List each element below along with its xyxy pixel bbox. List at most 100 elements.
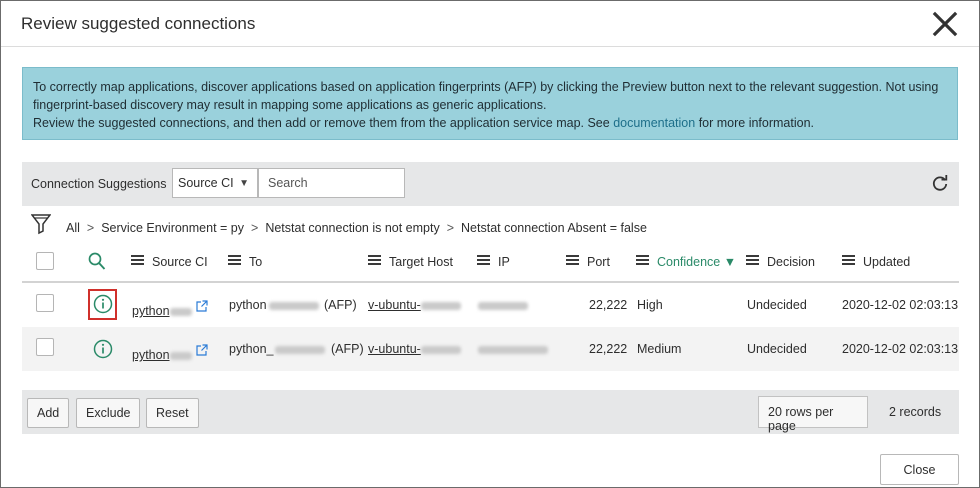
- breadcrumb-condition-3[interactable]: Netstat connection Absent = false: [461, 221, 647, 235]
- source-ci-cell: python: [132, 344, 208, 362]
- info-icon[interactable]: [93, 339, 113, 359]
- reset-button[interactable]: Reset: [146, 398, 199, 428]
- column-label: Decision: [767, 255, 815, 269]
- source-ci-link[interactable]: python: [132, 348, 170, 362]
- dialog: Review suggested connections To correctl…: [0, 0, 980, 488]
- target-host-cell: v-ubuntu-: [368, 298, 461, 312]
- column-label: Source CI: [152, 255, 208, 269]
- column-label: IP: [498, 255, 510, 269]
- select-value: Source CI: [178, 176, 234, 190]
- column-menu-icon[interactable]: [842, 253, 855, 267]
- search-icon[interactable]: [88, 252, 106, 272]
- redacted-text: [420, 345, 461, 354]
- exclude-button[interactable]: Exclude: [76, 398, 141, 428]
- column-menu-icon[interactable]: [636, 253, 649, 267]
- info-icon[interactable]: [93, 294, 113, 314]
- column-menu-icon[interactable]: [477, 253, 490, 267]
- table-row: python python_ (AFP) v-ubuntu- 22,222 Me…: [22, 327, 959, 371]
- column-decision[interactable]: Decision: [746, 253, 815, 269]
- target-host-name: v-ubuntu-: [368, 342, 421, 356]
- column-port[interactable]: Port: [566, 253, 610, 269]
- column-label: Updated: [863, 255, 911, 269]
- target-host-name: v-ubuntu-: [368, 298, 421, 312]
- external-link-icon[interactable]: [195, 344, 208, 356]
- ip-cell: [478, 342, 548, 356]
- redacted-text: [169, 307, 192, 316]
- column-confidence[interactable]: Confidence ▼: [636, 253, 736, 269]
- breadcrumb-parts: All > Service Environment = py > Netstat con…: [66, 221, 647, 235]
- port-cell: 22,222: [589, 342, 628, 356]
- to-name: python_: [229, 342, 274, 356]
- refresh-icon[interactable]: [931, 175, 949, 193]
- info-text-line2: Review the suggested connections, and th…: [33, 114, 947, 132]
- breadcrumb-condition-2[interactable]: Netstat connection is not empty: [265, 221, 439, 235]
- confidence-cell: Medium: [637, 342, 682, 356]
- column-menu-icon[interactable]: [368, 253, 381, 267]
- target-host-link[interactable]: v-ubuntu-: [368, 342, 461, 356]
- breadcrumb-condition-1[interactable]: Service Environment = py: [101, 221, 244, 235]
- table-header: Source CI To Target Host IP Port Confide…: [22, 245, 959, 283]
- updated-cell: 2020-12-02 02:03:13: [842, 342, 959, 356]
- sort-desc-icon: ▼: [723, 255, 737, 269]
- list-toolbar: Connection Suggestions Source CI ▼: [22, 162, 959, 206]
- redacted-text: [478, 301, 528, 310]
- target-host-link[interactable]: v-ubuntu-: [368, 298, 461, 312]
- column-menu-icon[interactable]: [131, 253, 144, 267]
- column-source-ci[interactable]: Source CI: [131, 253, 208, 269]
- column-ip[interactable]: IP: [477, 253, 510, 269]
- to-name: python: [229, 298, 267, 312]
- row-checkbox[interactable]: [36, 294, 54, 312]
- filter-icon[interactable]: [31, 213, 51, 235]
- dialog-header: Review suggested connections: [1, 1, 979, 47]
- to-afp: (AFP): [324, 298, 357, 312]
- breadcrumb-separator: >: [86, 221, 95, 235]
- table-row: python python (AFP) v-ubuntu- 22,222 Hig…: [22, 283, 959, 328]
- column-target-host[interactable]: Target Host: [368, 253, 453, 269]
- dialog-title: Review suggested connections: [21, 14, 256, 33]
- column-label: To: [249, 255, 263, 269]
- redacted-text: [478, 345, 548, 354]
- breadcrumb-separator: >: [446, 221, 455, 235]
- select-all-checkbox[interactable]: [36, 252, 54, 270]
- column-to[interactable]: To: [228, 253, 262, 269]
- column-menu-icon[interactable]: [228, 253, 241, 267]
- breadcrumb-separator: >: [251, 221, 259, 235]
- column-label: Target Host: [389, 255, 453, 269]
- search-input[interactable]: [258, 168, 405, 198]
- target-host-cell: v-ubuntu-: [368, 342, 461, 356]
- add-button[interactable]: Add: [27, 398, 70, 428]
- to-cell: python (AFP): [229, 298, 357, 312]
- column-menu-icon[interactable]: [566, 253, 579, 267]
- to-cell: python_ (AFP): [229, 342, 364, 356]
- search-field-select[interactable]: Source CI ▼: [172, 168, 258, 198]
- info-banner: To correctly map applications, discover …: [22, 67, 958, 140]
- column-menu-icon[interactable]: [746, 253, 759, 267]
- redacted-text: [268, 301, 319, 310]
- breadcrumb-all[interactable]: All: [66, 221, 80, 235]
- ip-cell: [478, 298, 528, 312]
- decision-cell: Undecided: [747, 342, 807, 356]
- confidence-cell: High: [637, 298, 663, 312]
- info-text-line1: To correctly map applications, discover …: [33, 80, 939, 112]
- external-link-icon[interactable]: [195, 300, 208, 312]
- column-updated[interactable]: Updated: [842, 253, 910, 269]
- toolbar-label: Connection Suggestions: [31, 177, 167, 191]
- info-text-post: for more information.: [695, 116, 815, 130]
- column-label: Confidence: [657, 255, 721, 269]
- table-footer: Add Exclude Reset 20 rows per page 2 rec…: [22, 390, 959, 434]
- source-ci-link[interactable]: python: [132, 304, 170, 318]
- updated-cell: 2020-12-02 02:03:13: [842, 298, 959, 312]
- port-cell: 22,222: [589, 298, 628, 312]
- row-checkbox[interactable]: [36, 338, 54, 356]
- documentation-link[interactable]: documentation: [613, 116, 695, 130]
- close-icon[interactable]: [931, 10, 959, 38]
- source-ci-cell: python: [132, 300, 208, 318]
- rows-per-page-button[interactable]: 20 rows per page: [758, 396, 868, 433]
- redacted-text: [275, 345, 326, 354]
- close-button[interactable]: Close: [880, 454, 959, 485]
- column-label: Port: [587, 255, 610, 269]
- redacted-text: [420, 301, 461, 310]
- redacted-text: [169, 351, 192, 360]
- decision-cell: Undecided: [747, 298, 807, 312]
- to-afp: (AFP): [330, 342, 364, 356]
